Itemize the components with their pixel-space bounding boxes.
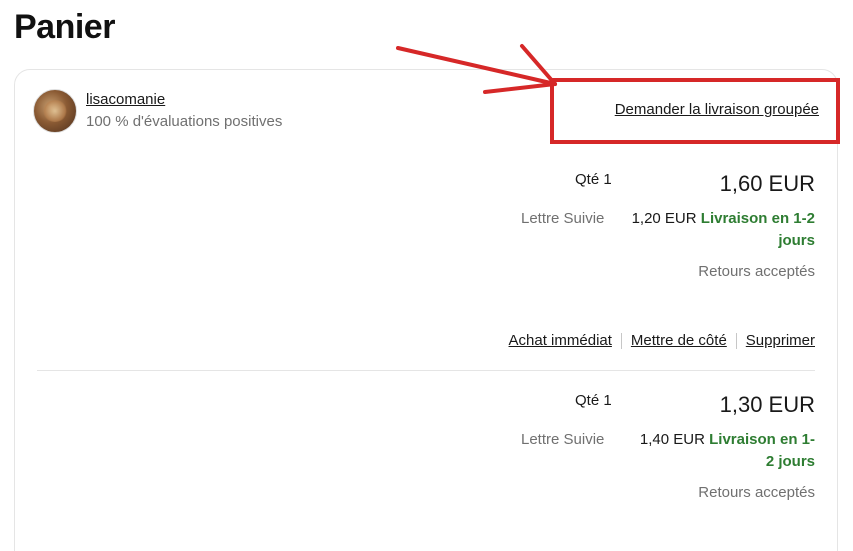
item-divider <box>37 370 815 371</box>
delivery-estimate: Livraison en 1-2 jours <box>709 431 815 470</box>
shipping-cost: 1,20 EUR <box>631 210 697 227</box>
returns-policy: Retours acceptés <box>698 484 815 501</box>
item-actions: Achat immédiat Mettre de côté Supprimer <box>509 332 815 349</box>
seller-avatar[interactable] <box>33 89 77 133</box>
shipping-cost: 1,40 EUR <box>639 431 705 448</box>
item-price: 1,60 EUR <box>719 171 815 196</box>
annotation-highlight-box <box>550 78 840 144</box>
shipping-info: 1,20 EUR Livraison en 1-2 jours <box>625 208 815 252</box>
remove-link[interactable]: Supprimer <box>746 332 815 349</box>
returns-policy: Retours acceptés <box>698 263 815 280</box>
seller-header: lisacomanie 100 % d'évaluations positive… <box>33 89 282 133</box>
seller-name-link[interactable]: lisacomanie <box>86 91 282 108</box>
action-separator <box>735 332 737 349</box>
shipping-info: 1,40 EUR Livraison en 1-2 jours <box>635 429 815 473</box>
shipping-method: Lettre Suivie <box>521 210 605 227</box>
delivery-estimate: Livraison en 1-2 jours <box>700 210 815 249</box>
page-title: Panier <box>14 8 115 46</box>
save-for-later-link[interactable]: Mettre de côté <box>631 332 727 349</box>
item-quantity[interactable]: Qté 1 <box>575 392 612 409</box>
item-price: 1,30 EUR <box>719 392 815 417</box>
item-quantity[interactable]: Qté 1 <box>575 171 612 188</box>
buy-now-link[interactable]: Achat immédiat <box>509 332 612 349</box>
shipping-method: Lettre Suivie <box>521 431 605 448</box>
action-separator <box>620 332 622 349</box>
seller-info: lisacomanie 100 % d'évaluations positive… <box>86 91 282 130</box>
seller-rating: 100 % d'évaluations positives <box>86 113 283 130</box>
